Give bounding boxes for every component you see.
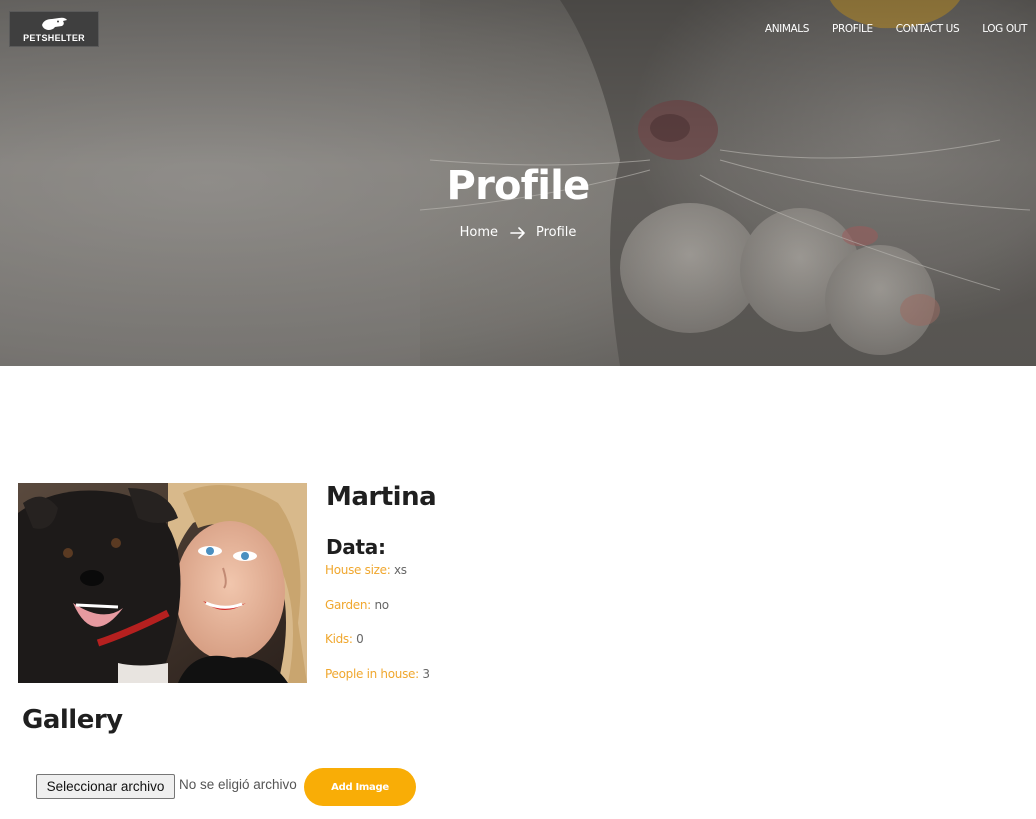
field-value: 3 [422,667,430,681]
field-label: Kids: [325,632,353,646]
field-label: Garden: [325,598,371,612]
breadcrumb-current: Profile [535,225,577,240]
hero-banner: PETSHELTER ANIMALS PROFILE CONTACT US LO… [0,0,1036,366]
page-title: Profile [446,163,591,209]
breadcrumb-home-link[interactable]: Home [460,225,498,240]
field-value: 0 [356,632,364,646]
field-label: People in house: [325,667,419,681]
file-status-text: No se eligió archivo [179,777,297,792]
profile-photo [18,483,307,683]
profile-photo-image [18,483,307,683]
breadcrumb: Home Profile [0,225,1036,240]
choose-file-button[interactable]: Seleccionar archivo [36,774,175,799]
nav-link-profile[interactable]: PROFILE [832,21,873,37]
field-people-in-house: People in house: 3 [325,667,430,681]
field-garden: Garden: no [325,598,389,612]
nav-link-contact-us[interactable]: CONTACT US [896,21,960,37]
main-nav: ANIMALS PROFILE CONTACT US LOG OUT [751,21,1036,37]
field-kids: Kids: 0 [325,632,364,646]
site-logo[interactable]: PETSHELTER [9,11,99,47]
nav-link-log-out[interactable]: LOG OUT [982,21,1027,37]
data-heading: Data: [326,535,386,559]
add-image-button[interactable]: Add Image [304,768,416,806]
field-label: House size: [325,563,391,577]
arrow-right-icon [510,226,525,239]
profile-name: Martina [326,482,437,512]
logo-text: PETSHELTER [23,32,85,43]
gallery-heading: Gallery [22,705,123,735]
field-value: xs [393,563,407,577]
nav-link-animals[interactable]: ANIMALS [765,21,809,37]
dog-head-icon [42,17,67,30]
field-value: no [374,598,389,612]
field-house-size: House size: xs [325,563,407,577]
